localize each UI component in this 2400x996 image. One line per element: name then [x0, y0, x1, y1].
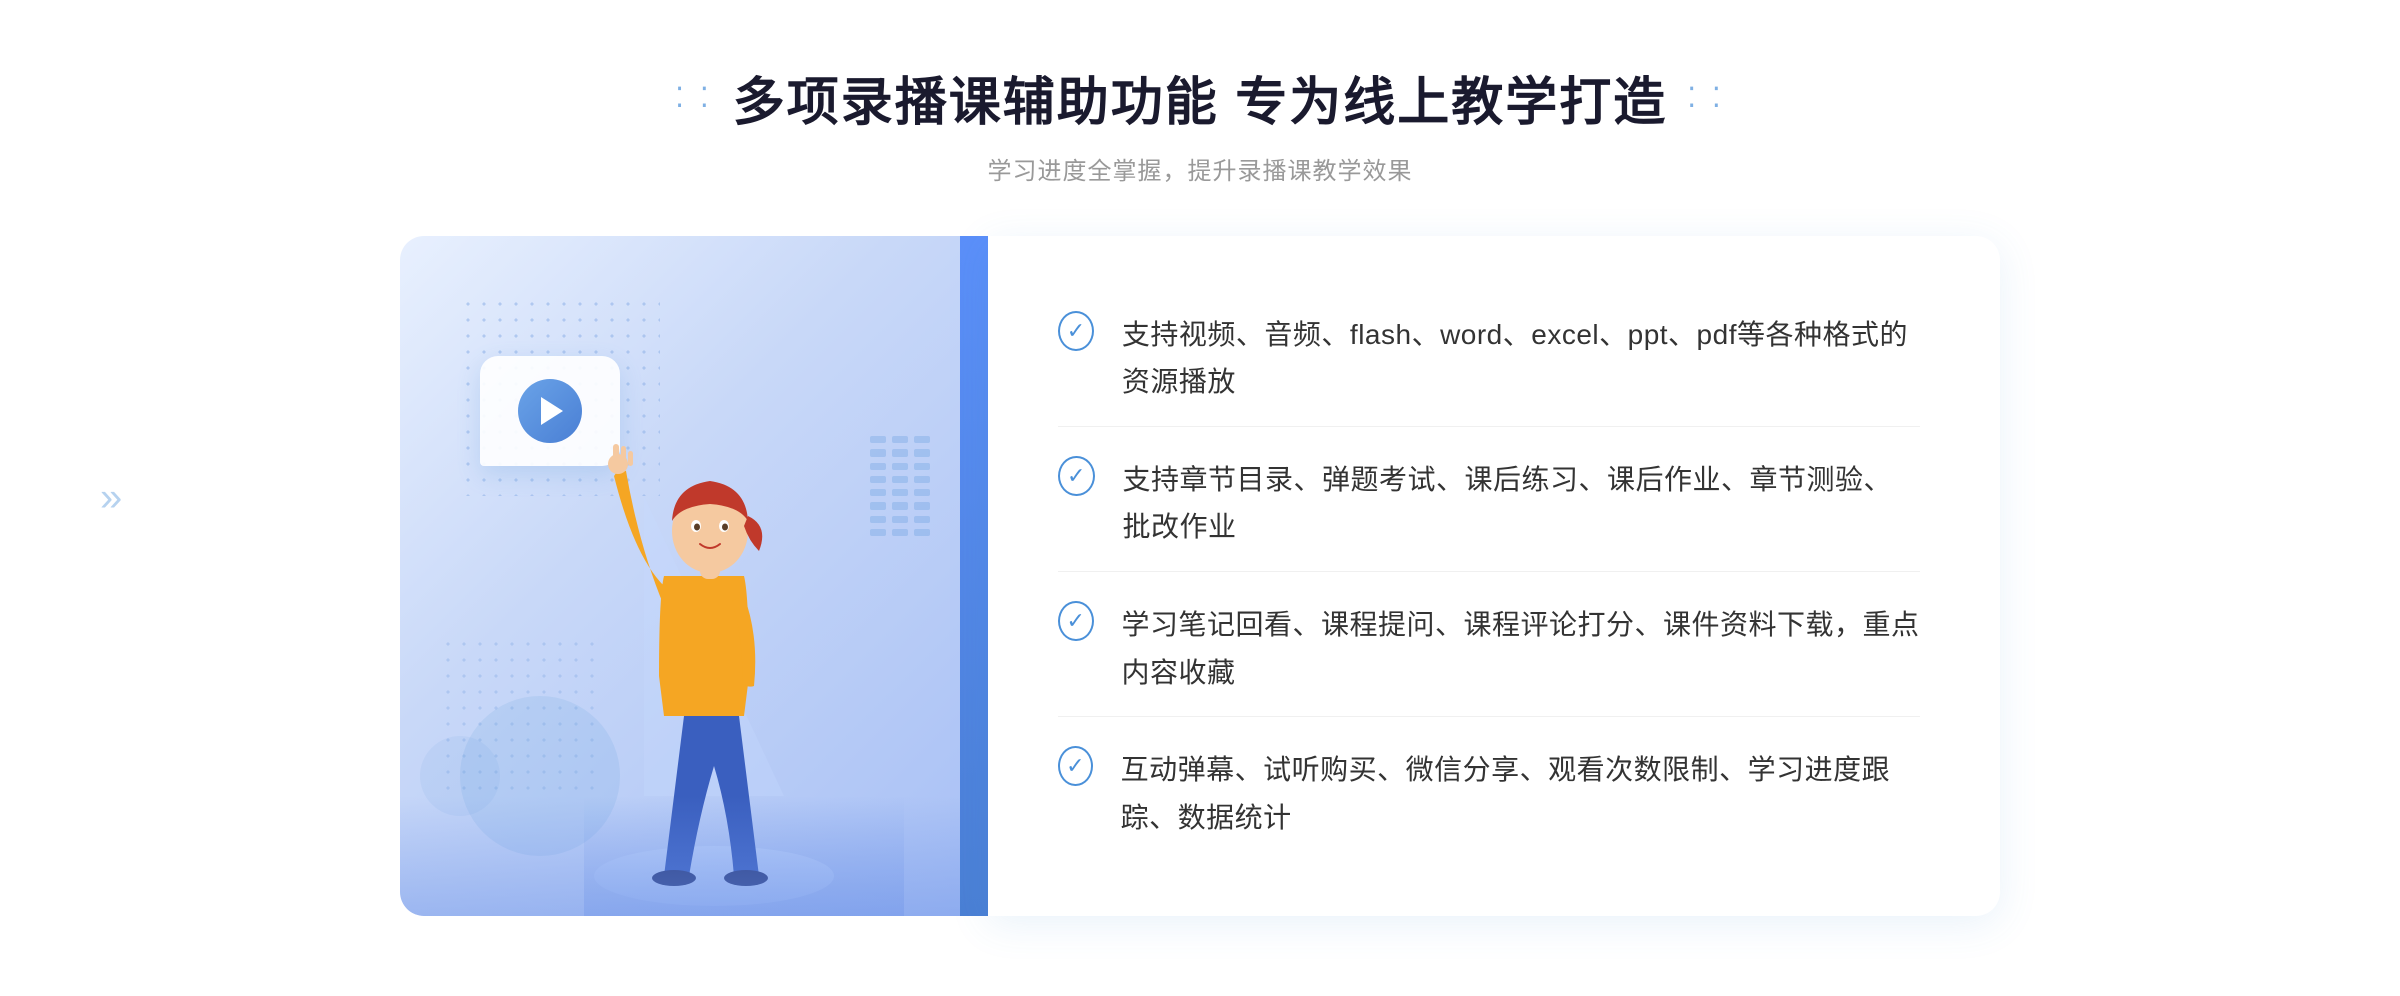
feature-item-4: ✓ 互动弹幕、试听购买、微信分享、观看次数限制、学习进度跟踪、数据统计: [1058, 726, 1920, 861]
illustration-card: [400, 236, 960, 916]
feature-text-3: 学习笔记回看、课程提问、课程评论打分、课件资料下载，重点内容收藏: [1122, 601, 1920, 696]
dots-left-icon: ⁚ ⁚: [675, 81, 713, 114]
title-row: ⁚ ⁚ 多项录播课辅助功能 专为线上教学打造 ⁚ ⁚: [0, 60, 2400, 135]
check-icon-1: ✓: [1058, 311, 1094, 351]
feature-item-3: ✓ 学习笔记回看、课程提问、课程评论打分、课件资料下载，重点内容收藏: [1058, 581, 1920, 717]
dots-right-icon: ⁚ ⁚: [1687, 81, 1725, 114]
feature-item-1: ✓ 支持视频、音频、flash、word、excel、ppt、pdf等各种格式的…: [1058, 291, 1920, 427]
feature-text-1: 支持视频、音频、flash、word、excel、ppt、pdf等各种格式的资源…: [1122, 311, 1920, 406]
feature-text-2: 支持章节目录、弹题考试、课后练习、课后作业、章节测验、批改作业: [1123, 456, 1921, 551]
check-icon-2: ✓: [1058, 456, 1095, 496]
left-arrows-decoration: »: [100, 476, 122, 521]
features-panel: ✓ 支持视频、音频、flash、word、excel、ppt、pdf等各种格式的…: [988, 236, 2000, 916]
feature-text-4: 互动弹幕、试听购买、微信分享、观看次数限制、学习进度跟踪、数据统计: [1121, 746, 1920, 841]
check-icon-4: ✓: [1058, 746, 1093, 786]
check-symbol-3: ✓: [1067, 610, 1085, 632]
check-symbol-1: ✓: [1067, 320, 1085, 342]
content-area: ✓ 支持视频、音频、flash、word、excel、ppt、pdf等各种格式的…: [400, 236, 2000, 916]
check-icon-3: ✓: [1058, 601, 1094, 641]
gradient-overlay: [400, 796, 960, 916]
page-title: 多项录播课辅助功能 专为线上教学打造: [733, 60, 1667, 135]
check-symbol-2: ✓: [1067, 465, 1085, 487]
blue-vertical-bar: [960, 236, 988, 916]
play-triangle-icon: [541, 397, 563, 425]
play-icon-circle: [518, 379, 582, 443]
check-symbol-4: ✓: [1066, 755, 1084, 777]
page-wrapper: » ⁚ ⁚ 多项录播课辅助功能 专为线上教学打造 ⁚ ⁚ 学习进度全掌握，提升录…: [0, 0, 2400, 996]
feature-item-2: ✓ 支持章节目录、弹题考试、课后练习、课后作业、章节测验、批改作业: [1058, 436, 1920, 572]
page-subtitle: 学习进度全掌握，提升录播课教学效果: [0, 151, 2400, 186]
header-section: ⁚ ⁚ 多项录播课辅助功能 专为线上教学打造 ⁚ ⁚ 学习进度全掌握，提升录播课…: [0, 60, 2400, 186]
